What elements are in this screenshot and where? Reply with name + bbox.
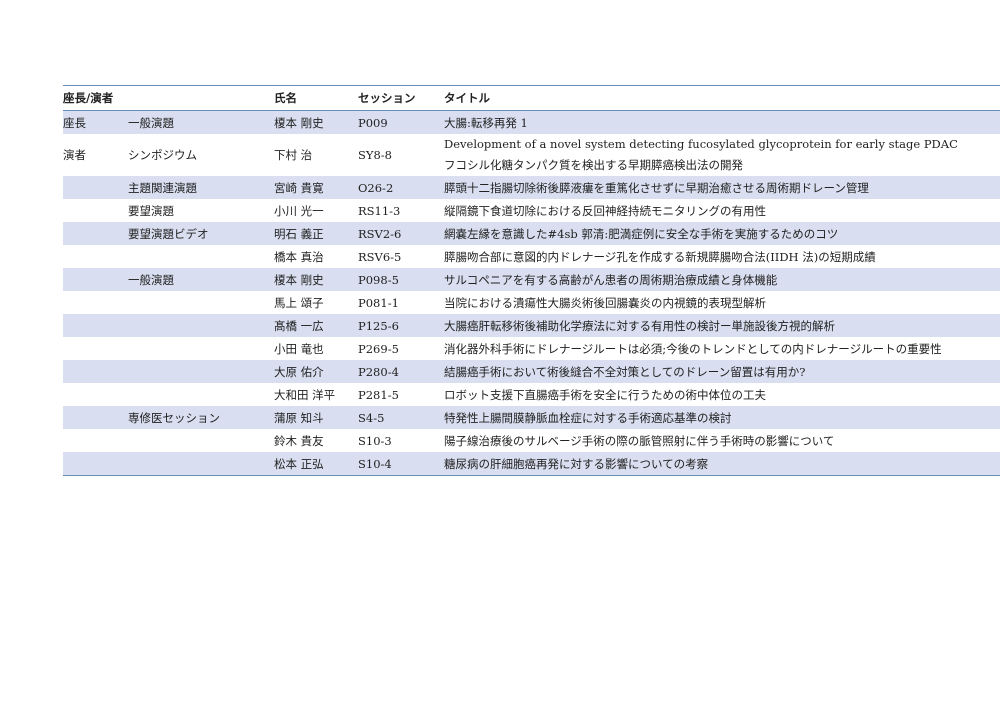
table-row: 橋本 真治 RSV6-5 膵腸吻合部に意図的内ドレナージ孔を作成する新規膵腸吻合… [63, 245, 1000, 268]
cell-name: 小川 光一 [274, 203, 324, 218]
cell-title: 糖尿病の肝細胞癌再発に対する影響についての考察 [444, 456, 709, 471]
table-row: 小田 竜也 P269-5 消化器外科手術にドレナージルートは必須;今後のトレンド… [63, 337, 1000, 360]
cell-session: RS11-3 [358, 203, 401, 218]
table-header: 座長/演者 氏名 セッション タイトル [63, 86, 1000, 111]
cell-name: 松本 正弘 [274, 456, 324, 471]
cell-title: Development of a novel system detecting … [444, 134, 1000, 176]
header-name: 氏名 [274, 91, 297, 105]
cell-category: 一般演題 [128, 272, 174, 287]
cell-title: 当院における潰瘍性大腸炎術後回腸嚢炎の内視鏡的表現型解析 [444, 295, 766, 310]
cell-session: RSV6-5 [358, 249, 402, 264]
cell-title: 膵腸吻合部に意図的内ドレナージ孔を作成する新規膵腸吻合法(IIDH 法)の短期成… [444, 249, 876, 264]
table-row: 大原 佑介 P280-4 結腸癌手術において術後縫合不全対策としてのドレーン留置… [63, 360, 1000, 383]
table-row: 演者 シンポジウム 下村 治 SY8-8 Development of a no… [63, 134, 1000, 176]
cell-session: S10-4 [358, 456, 392, 471]
cell-title: 結腸癌手術において術後縫合不全対策としてのドレーン留置は有用か? [444, 364, 806, 379]
cell-session: P009 [358, 115, 388, 130]
cell-title: 陽子線治療後のサルベージ手術の際の脈管照射に伴う手術時の影響について [444, 433, 835, 448]
cell-title: 大腸:転移再発 1 [444, 115, 528, 130]
table-row: 一般演題 榎本 剛史 P098-5 サルコペニアを有する高齢がん患者の周術期治療… [63, 268, 1000, 291]
cell-session: RSV2-6 [358, 226, 402, 241]
header-title: タイトル [444, 91, 490, 105]
cell-name: 大和田 洋平 [274, 387, 336, 402]
cell-session: P125-6 [358, 318, 399, 333]
table-row: 要望演題ビデオ 明石 義正 RSV2-6 網嚢左縁を意識した#4sb 郭清:肥満… [63, 222, 1000, 245]
cell-title: 網嚢左縁を意識した#4sb 郭清:肥満症例に安全な手術を実施するためのコツ [444, 226, 839, 241]
cell-category: 要望演題 [128, 203, 174, 218]
cell-role: 演者 [63, 148, 86, 162]
cell-title: ロボット支援下直腸癌手術を安全に行うための術中体位の工夫 [444, 387, 766, 402]
cell-category: 主題関連演題 [128, 180, 197, 195]
cell-title: 特発性上腸間膜静脈血栓症に対する手術適応基準の検討 [444, 410, 732, 425]
cell-category: シンポジウム [128, 148, 197, 162]
cell-session: O26-2 [358, 180, 394, 195]
cell-category: 一般演題 [128, 115, 174, 130]
cell-session: SY8-8 [358, 148, 392, 162]
page: 座長/演者 氏名 セッション タイトル 座長 一般演題 榎本 剛史 P009 大… [0, 0, 1000, 707]
title-japanese: フコシル化糖タンパク質を検出する早期膵癌検出法の開発 [444, 158, 743, 172]
header-session: セッション [358, 91, 416, 105]
cell-name: 馬上 頌子 [274, 295, 324, 310]
cell-session: P098-5 [358, 272, 399, 287]
cell-name: 橋本 真治 [274, 249, 324, 264]
cell-title: 縦隔鏡下食道切除における反回神経持続モニタリングの有用性 [444, 203, 766, 218]
table-row: 馬上 頌子 P081-1 当院における潰瘍性大腸炎術後回腸嚢炎の内視鏡的表現型解… [63, 291, 1000, 314]
cell-name: 宮崎 貴寛 [274, 180, 324, 195]
cell-name: 下村 治 [274, 148, 313, 162]
title-english: Development of a novel system detecting … [444, 137, 958, 151]
cell-session: S4-5 [358, 410, 385, 425]
cell-name: 小田 竜也 [274, 341, 324, 356]
cell-title: 膵頭十二指腸切除術後膵液瘻を重篤化させずに早期治癒させる周術期ドレーン管理 [444, 180, 869, 195]
cell-name: 榎本 剛史 [274, 115, 324, 130]
cell-name: 蒲原 知斗 [274, 410, 324, 425]
table-row: 松本 正弘 S10-4 糖尿病の肝細胞癌再発に対する影響についての考察 [63, 452, 1000, 475]
table-row: 髙橋 一広 P125-6 大腸癌肝転移術後補助化学療法に対する有用性の検討ー単施… [63, 314, 1000, 337]
table-row: 座長 一般演題 榎本 剛史 P009 大腸:転移再発 1 [63, 111, 1000, 134]
header-role: 座長/演者 [63, 91, 114, 105]
cell-title: 大腸癌肝転移術後補助化学療法に対する有用性の検討ー単施設後方視的解析 [444, 318, 835, 333]
cell-session: P281-5 [358, 387, 399, 402]
cell-name: 明石 義正 [274, 226, 324, 241]
table-row: 大和田 洋平 P281-5 ロボット支援下直腸癌手術を安全に行うための術中体位の… [63, 383, 1000, 406]
presenter-table: 座長/演者 氏名 セッション タイトル 座長 一般演題 榎本 剛史 P009 大… [63, 85, 1000, 476]
cell-name: 髙橋 一広 [274, 318, 324, 333]
cell-name: 大原 佑介 [274, 364, 324, 379]
cell-title: サルコペニアを有する高齢がん患者の周術期治療成績と身体機能 [444, 272, 778, 287]
cell-category: 要望演題ビデオ [128, 226, 209, 241]
cell-role: 座長 [63, 115, 86, 130]
cell-session: P269-5 [358, 341, 399, 356]
table-row: 主題関連演題 宮崎 貴寛 O26-2 膵頭十二指腸切除術後膵液瘻を重篤化させずに… [63, 176, 1000, 199]
cell-session: P081-1 [358, 295, 399, 310]
cell-category: 専修医セッション [128, 410, 220, 425]
cell-title: 消化器外科手術にドレナージルートは必須;今後のトレンドとしての内ドレナージルート… [444, 341, 942, 356]
table-row: 鈴木 貴友 S10-3 陽子線治療後のサルベージ手術の際の脈管照射に伴う手術時の… [63, 429, 1000, 452]
cell-name: 鈴木 貴友 [274, 433, 324, 448]
table-row: 要望演題 小川 光一 RS11-3 縦隔鏡下食道切除における反回神経持続モニタリ… [63, 199, 1000, 222]
table-row: 専修医セッション 蒲原 知斗 S4-5 特発性上腸間膜静脈血栓症に対する手術適応… [63, 406, 1000, 429]
cell-session: S10-3 [358, 433, 392, 448]
cell-name: 榎本 剛史 [274, 272, 324, 287]
cell-session: P280-4 [358, 364, 399, 379]
